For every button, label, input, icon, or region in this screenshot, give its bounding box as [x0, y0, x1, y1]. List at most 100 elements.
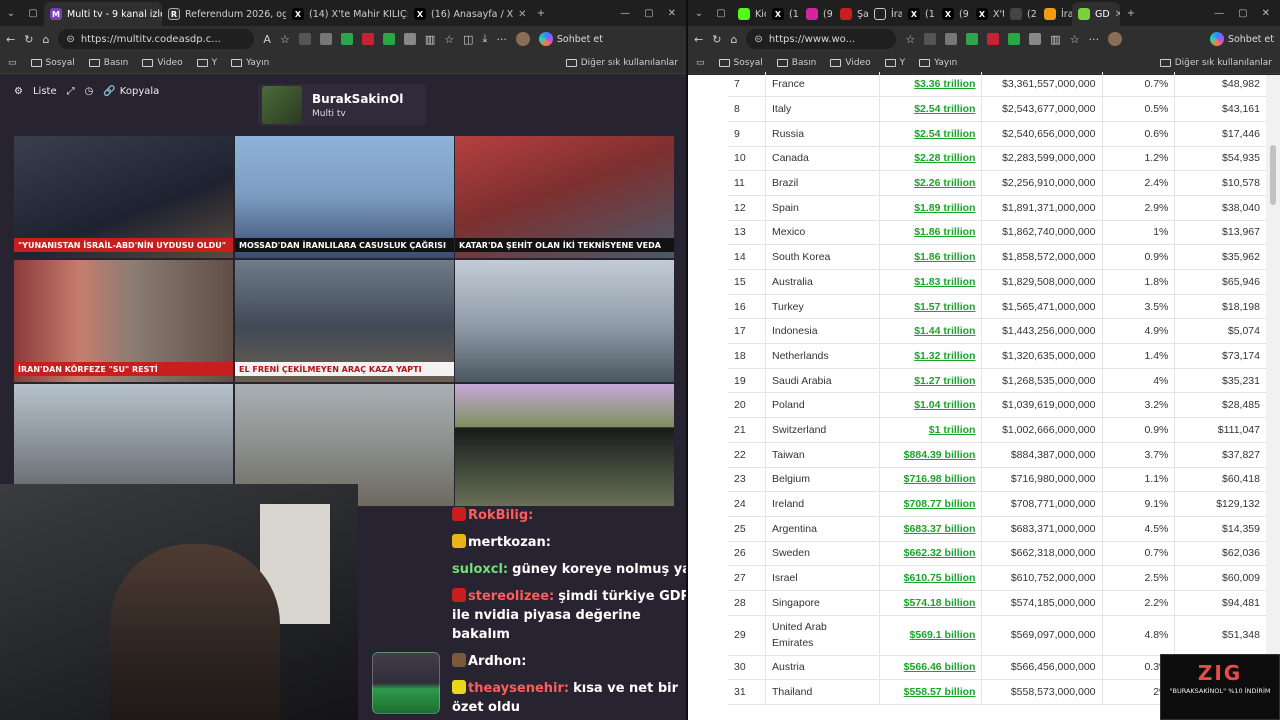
split-screen-icon[interactable]: ▥ — [1050, 33, 1060, 46]
refresh-icon[interactable]: ↻ — [24, 33, 33, 46]
tab-multitv[interactable]: M Multi tv - 9 kanal izlenir ✕ — [44, 2, 162, 26]
gdp-link[interactable]: $1.32 trillion — [878, 343, 982, 369]
video-tile-1[interactable]: "YUNANISTAN İSRAİL-ABD'NİN UYDUSU OLDU" — [14, 136, 233, 258]
profile-avatar[interactable] — [515, 32, 530, 46]
maximize-icon[interactable]: ▢ — [1238, 8, 1247, 19]
gdp-link[interactable]: $574.18 billion — [878, 590, 982, 616]
video-tile-3[interactable]: KATAR'DA ŞEHİT OLAN İKİ TEKNİSYENE VEDA — [455, 136, 674, 258]
minimize-icon[interactable]: — — [620, 8, 630, 19]
video-tile-6[interactable] — [455, 260, 674, 382]
gdp-link[interactable]: $1.86 trillion — [878, 244, 982, 270]
url-field[interactable]: ⊝ https://multitv.codeasdp.c... — [58, 29, 255, 49]
gdp-link[interactable]: $569.1 billion — [878, 615, 982, 656]
tab-menu-icon[interactable]: ⌄ — [0, 8, 22, 19]
tab-globe-1[interactable]: İra — [868, 2, 902, 26]
gdp-link[interactable]: $884.39 billion — [878, 442, 982, 468]
fullscreen-icon[interactable]: ⤢ — [67, 86, 75, 97]
bookmark-y[interactable]: Y — [884, 58, 905, 68]
favorite-star-icon[interactable]: ☆ — [905, 33, 915, 46]
bookmark-sosyal[interactable]: Sosyal — [718, 58, 763, 68]
bookmark-video[interactable]: Video — [142, 58, 183, 68]
scrollbar-thumb[interactable] — [1270, 145, 1276, 205]
tab-instagram[interactable]: (9 — [800, 2, 834, 26]
bookmarks-menu-icon[interactable]: ▭ — [696, 58, 705, 68]
timer-icon[interactable]: ◷ — [85, 86, 94, 97]
back-icon[interactable]: ← — [6, 33, 15, 46]
profile-avatar[interactable] — [1108, 32, 1123, 46]
extension-icon[interactable] — [361, 33, 374, 45]
extension-icon[interactable] — [1029, 33, 1042, 45]
settings-gear-icon[interactable]: ⚙ — [14, 86, 23, 97]
extension-icon[interactable] — [298, 33, 311, 45]
bookmark-yayin[interactable]: Yayın — [231, 58, 269, 68]
more-icon[interactable]: ··· — [496, 33, 507, 46]
bookmark-video[interactable]: Video — [830, 58, 871, 68]
extension-icon[interactable] — [319, 33, 332, 45]
gdp-link[interactable]: $1.04 trillion — [878, 392, 982, 419]
tab-referendum[interactable]: R Referendum 2026, oggi ✕ — [162, 2, 286, 26]
extension-icon[interactable] — [1008, 33, 1021, 45]
extension-icon[interactable] — [966, 33, 979, 45]
gdp-link[interactable]: $716.98 billion — [878, 467, 982, 493]
video-tile-4[interactable]: İRAN'DAN KÖRFEZE "SU" RESTİ — [14, 260, 233, 382]
copy-button[interactable]: 🔗 Kopyala — [103, 86, 159, 97]
video-tile-9[interactable] — [455, 384, 674, 506]
favorite-star-icon[interactable]: ☆ — [280, 33, 290, 46]
extension-icon[interactable] — [945, 33, 958, 45]
extension-icon[interactable] — [924, 33, 937, 45]
bookmark-yayin[interactable]: Yayın — [919, 58, 957, 68]
copilot-button[interactable]: Sohbet et — [1209, 32, 1274, 46]
video-tile-2[interactable]: MOSSAD'DAN İRANLILARA CASUSLUK ÇAĞRISI — [235, 136, 454, 258]
new-tab-icon[interactable]: + — [530, 8, 552, 19]
close-window-icon[interactable]: ✕ — [668, 8, 676, 19]
gdp-link[interactable]: $1.57 trillion — [878, 294, 982, 320]
page-scrollbar[interactable] — [1266, 75, 1280, 720]
gdp-link[interactable]: $1.44 trillion — [878, 318, 982, 345]
new-tab-icon[interactable]: + — [1120, 8, 1142, 19]
favorites-icon[interactable]: ☆ — [444, 33, 454, 46]
extension-icon[interactable] — [340, 33, 353, 45]
tab-x-mahir[interactable]: X (14) X'te Mahir KILIÇ: "C ✕ — [286, 2, 408, 26]
gdp-link[interactable]: $1.27 trillion — [878, 368, 982, 394]
close-tab-icon[interactable]: ✕ — [518, 9, 526, 20]
tab-globe-2[interactable]: İra — [1038, 2, 1072, 26]
gdp-link[interactable]: $1.86 trillion — [878, 220, 982, 246]
more-icon[interactable]: ··· — [1089, 33, 1100, 46]
gdp-link[interactable]: $2.26 trillion — [878, 170, 982, 196]
home-icon[interactable]: ⌂ — [42, 33, 49, 46]
collections-icon[interactable]: ◫ — [463, 33, 473, 46]
gdp-link[interactable]: $566.46 billion — [878, 655, 982, 681]
list-button[interactable]: Liste — [33, 86, 57, 97]
refresh-icon[interactable]: ↻ — [712, 33, 721, 46]
tab-gdp[interactable]: GD ✕ — [1072, 2, 1120, 26]
gdp-link[interactable]: $1.83 trillion — [878, 269, 982, 295]
extension-icon[interactable] — [382, 33, 395, 45]
url-field[interactable]: ⊝ https://www.wo... — [746, 29, 897, 49]
bookmark-other-favorites[interactable]: Diğer sık kullanılanlar — [1159, 58, 1272, 68]
extension-icon[interactable] — [403, 33, 416, 45]
gdp-link[interactable]: $1 trillion — [878, 417, 982, 443]
gdp-link[interactable]: $2.28 trillion — [878, 146, 982, 172]
back-icon[interactable]: ← — [694, 33, 703, 46]
gdp-link[interactable]: $2.54 trillion — [878, 96, 982, 122]
extension-icon[interactable] — [987, 33, 1000, 45]
tab-e[interactable]: (2 — [1004, 2, 1038, 26]
site-info-icon[interactable]: ⊝ — [66, 34, 74, 45]
gdp-link[interactable]: $1.89 trillion — [878, 195, 982, 221]
minimize-icon[interactable]: — — [1214, 8, 1224, 19]
gdp-link[interactable]: $610.75 billion — [878, 565, 982, 591]
tab-x-home[interactable]: X (16) Anasayfa / X ✕ — [408, 2, 530, 26]
split-screen-icon[interactable]: ▥ — [425, 33, 435, 46]
bookmark-other-favorites[interactable]: Diğer sık kullanılanlar — [565, 58, 678, 68]
video-tile-5[interactable]: EL FRENİ ÇEKİLMEYEN ARAÇ KAZA YAPTI — [235, 260, 454, 382]
tab-x-1[interactable]: X (1 — [766, 2, 800, 26]
copilot-button[interactable]: Sohbet et — [538, 32, 603, 46]
close-window-icon[interactable]: ✕ — [1262, 8, 1270, 19]
read-aloud-icon[interactable]: A — [263, 33, 271, 46]
channel-card[interactable]: BurakSakinOl Multi tv — [258, 84, 426, 126]
gdp-link[interactable]: $662.32 billion — [878, 541, 982, 567]
gdp-link[interactable]: $683.37 billion — [878, 516, 982, 542]
tab-x-3[interactable]: X (9 — [936, 2, 970, 26]
bookmarks-menu-icon[interactable]: ▭ — [8, 58, 17, 68]
tab-x-2[interactable]: X (1 — [902, 2, 936, 26]
